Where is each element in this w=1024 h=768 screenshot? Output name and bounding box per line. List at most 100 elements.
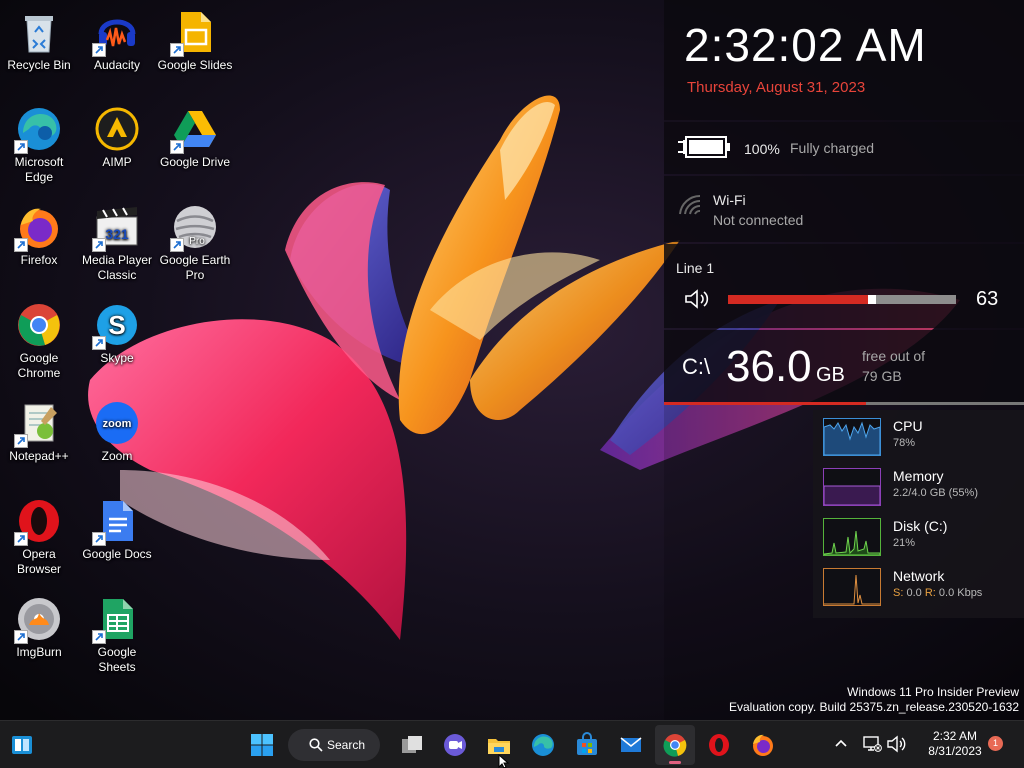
search-label: Search (327, 738, 366, 752)
perf-row-memory[interactable]: Memory 2.2/4.0 GB (55%) (813, 462, 1024, 512)
desktop-icon-microsoft-edge[interactable]: Microsoft Edge (0, 105, 78, 185)
desktop-icon-google-sheets[interactable]: Google Sheets (78, 595, 156, 675)
desktop-icon-label: AIMP (102, 155, 132, 169)
start-button[interactable] (242, 725, 282, 765)
desktop-icon-media-player-classic[interactable]: 321 Media Player Classic (78, 203, 156, 283)
opera-icon (14, 497, 63, 546)
desktop-icon-audacity[interactable]: Audacity (78, 8, 156, 73)
perf-row-network[interactable]: Network S: 0.0 R: 0.0 Kbps (813, 562, 1024, 612)
volume-slider-thumb[interactable] (868, 295, 876, 304)
disk-graph (823, 518, 881, 556)
network-tray-button[interactable] (862, 735, 882, 753)
chevron-up-icon (835, 739, 847, 747)
wifi-icon (679, 194, 701, 215)
taskbar-opera-button[interactable] (699, 725, 739, 765)
chrome-icon (15, 301, 63, 349)
taskbar-chrome-button[interactable] (655, 725, 695, 765)
desktop-icon-google-chrome[interactable]: Google Chrome (0, 301, 78, 381)
desktop-icon-label: Zoom (101, 449, 133, 463)
taskbar-edge-button[interactable] (523, 725, 563, 765)
mail-button[interactable] (611, 725, 651, 765)
google-sheets-icon (92, 595, 141, 644)
performance-panel: CPU 78% Memory 2.2/4.0 GB (55%) Disk (C:… (813, 410, 1024, 618)
desktop-icon-label: Google Sheets (97, 645, 137, 674)
desktop-icon-imgburn[interactable]: ImgBurn (0, 595, 78, 660)
volume-device: Line 1 (676, 260, 715, 276)
desktop-icon-google-drive[interactable]: Google Drive (156, 105, 234, 170)
desktop-icon-google-slides[interactable]: Google Slides (156, 8, 234, 73)
desktop-icon-recycle-bin[interactable]: Recycle Bin (0, 8, 78, 73)
windows-watermark: Windows 11 Pro Insider Preview Evaluatio… (729, 685, 1019, 715)
google-drive-icon (170, 105, 219, 154)
perf-row-cpu[interactable]: CPU 78% (813, 412, 1024, 462)
mail-icon (620, 737, 642, 752)
desktop-icon-label: Firefox (20, 253, 58, 267)
show-hidden-icons-button[interactable] (832, 735, 850, 753)
svg-text:zoom: zoom (103, 418, 132, 430)
disk-total-text: 79 GB (862, 368, 902, 384)
perf-name: Disk (C:) (893, 518, 948, 534)
network-send-value: 0.0 (906, 587, 922, 599)
memory-graph (823, 468, 881, 506)
task-view-button[interactable] (392, 725, 432, 765)
desktop-icon-google-docs[interactable]: Google Docs (78, 497, 156, 562)
widgets-icon (12, 736, 32, 754)
shortcut-arrow-icon (92, 43, 106, 57)
notification-badge[interactable]: 1 (988, 736, 1003, 751)
desktop-icon-opera-browser[interactable]: Opera Browser (0, 497, 78, 577)
watermark-line1: Windows 11 Pro Insider Preview (847, 685, 1019, 699)
widgets-button[interactable] (2, 725, 42, 765)
firefox-icon (14, 203, 63, 252)
desktop-icon-zoom[interactable]: zoom Zoom (78, 399, 156, 464)
svg-text:S: S (108, 310, 125, 340)
desktop-icon-label: Opera Browser (16, 547, 61, 576)
wifi-label: Wi-Fi (713, 192, 746, 208)
imgburn-icon (14, 595, 63, 644)
google-earth-pro-icon: Pro (170, 203, 219, 252)
skype-icon: S (92, 301, 141, 350)
chat-button[interactable] (435, 725, 475, 765)
volume-value: 63 (976, 288, 999, 310)
desktop-icon-label: Skype (100, 351, 134, 365)
shortcut-arrow-icon (14, 238, 28, 252)
desktop-icon-firefox[interactable]: Firefox (0, 203, 78, 268)
firefox-icon (753, 734, 773, 756)
volume-slider[interactable] (728, 295, 956, 304)
desktop-icon-label: Notepad++ (9, 449, 69, 463)
perf-value: S: 0.0 R: 0.0 Kbps (893, 587, 982, 599)
perf-value: 78% (893, 437, 916, 449)
disk-free-amount: 36.0 (726, 342, 812, 391)
battery-plug-icon (678, 136, 730, 158)
perf-row-disk[interactable]: Disk (C:) 21% (813, 512, 1024, 562)
watermark-line2: Evaluation copy. Build 25375.zn_release.… (729, 700, 1019, 714)
desktop-icon-notepad-plus-plus[interactable]: Notepad++ (0, 399, 78, 464)
media-player-classic-icon: 321 (92, 203, 141, 252)
perf-value: 21% (893, 537, 916, 549)
desktop-icon-label: Microsoft Edge (14, 155, 64, 184)
desktop-icon-aimp[interactable]: AIMP (78, 105, 156, 170)
zoom-icon: zoom (93, 399, 141, 447)
tray-time: 2:32 AM (932, 729, 978, 743)
disk-free-widget: C:\ 36.0 GB free out of 79 GB (664, 330, 1024, 402)
chrome-icon (663, 734, 687, 757)
taskbar-firefox-button[interactable] (743, 725, 783, 765)
volume-icon (887, 735, 906, 753)
desktop-icon-label: ImgBurn (16, 645, 62, 659)
desktop-icon-google-earth-pro[interactable]: Pro Google Earth Pro (156, 203, 234, 283)
shortcut-arrow-icon (14, 140, 28, 154)
opera-icon (709, 734, 729, 756)
tray-date: 8/31/2023 (928, 744, 982, 758)
microsoft-store-button[interactable] (567, 725, 607, 765)
speaker-icon[interactable] (684, 288, 712, 310)
volume-tray-button[interactable] (886, 735, 906, 753)
clock-time: 2:32:02 AM (684, 19, 927, 71)
tray-clock[interactable]: 2:32 AM 8/31/2023 (915, 729, 995, 759)
battery-widget: 100% Fully charged (664, 122, 1024, 174)
desktop-icon-label: Google Docs (82, 547, 152, 561)
windows-logo-icon (251, 734, 273, 756)
taskbar-search[interactable]: Search (288, 729, 380, 761)
desktop-icon-skype[interactable]: S Skype (78, 301, 156, 366)
shortcut-arrow-icon (92, 630, 106, 644)
aimp-icon (93, 105, 141, 153)
perf-name: Network (893, 568, 945, 584)
